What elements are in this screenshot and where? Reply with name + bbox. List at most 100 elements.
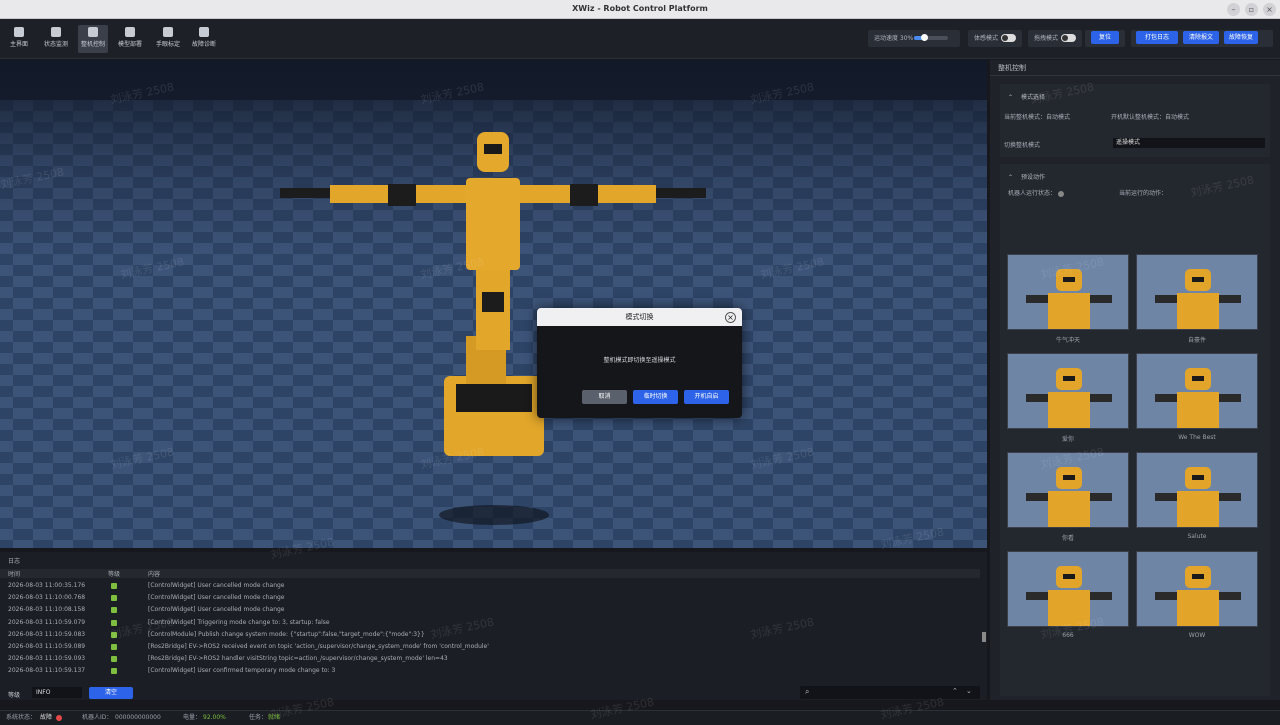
switch-mode-label: 切换整机模式 — [1004, 142, 1041, 149]
action-thumbnail[interactable] — [1007, 353, 1129, 429]
robot-photo-icon — [1137, 552, 1257, 626]
action-label: 牛气冲天 — [1055, 337, 1080, 344]
log-message: [Ros2Bridge] EV->ROS2 handler visitStrin… — [148, 655, 448, 663]
battery-label: 电量： — [183, 714, 202, 721]
dialog-temp-switch-button[interactable]: 临时切换 — [633, 390, 678, 404]
rocket-icon — [125, 27, 135, 37]
nav-diag-label: 故障诊断 — [191, 41, 216, 48]
follow-mode-toggle[interactable] — [1001, 34, 1016, 42]
action-thumbnail[interactable] — [1136, 551, 1258, 627]
action-label: We The Best — [1178, 434, 1216, 441]
col-content: 内容 — [148, 571, 161, 578]
info-level-icon — [111, 595, 117, 602]
task-label: 任务： — [249, 714, 268, 721]
nav-status-monitor[interactable]: 状态监测 — [40, 25, 72, 53]
action-label: 你看 — [1061, 535, 1074, 542]
nav-model-deploy[interactable]: 模型部署 — [114, 25, 146, 53]
dialog-header: 模式切换 × — [537, 308, 742, 326]
log-table-header: 时间 等级 内容 — [0, 569, 980, 578]
nav-control-label: 整机控制 — [80, 41, 105, 48]
close-window-button[interactable]: × — [1263, 3, 1276, 16]
nav-calib-label: 手眼标定 — [155, 41, 180, 48]
info-level-icon — [111, 607, 117, 614]
control-icon — [88, 27, 98, 37]
log-time: 2026-08-03 11:10:08.158 — [8, 606, 86, 614]
speed-slider[interactable] — [914, 34, 948, 41]
action-section-header[interactable]: ⌃ 预设动作 — [1008, 172, 1045, 181]
dialog-close-icon[interactable]: × — [725, 312, 736, 323]
log-time: 2026-08-03 11:10:00.768 — [8, 594, 86, 602]
clear-log-button[interactable]: 清空 — [89, 687, 133, 699]
toggle-dot — [1002, 35, 1008, 41]
action-label: Salute — [1187, 533, 1207, 540]
switch-mode-select[interactable]: 遥操模式 — [1113, 138, 1265, 148]
speed-control: 运动速度 30% — [868, 30, 960, 47]
nav-deploy-label: 模型部署 — [117, 41, 142, 48]
nav-hand-eye-calibration[interactable]: 手眼标定 — [152, 25, 184, 53]
action-thumbnail[interactable] — [1136, 254, 1258, 330]
action-header-label: 预设动作 — [1020, 174, 1045, 181]
robot-id-label: 机器人ID： — [82, 714, 113, 721]
system-status-value: 故障 — [40, 714, 53, 721]
log-scrollbar[interactable] — [982, 632, 986, 642]
nav-machine-control[interactable]: 整机控制 — [78, 25, 108, 53]
dialog-boot-switch-button[interactable]: 开机自启 — [684, 390, 729, 404]
log-row: 2026-08-03 11:00:35.176 [ControlWidget] U… — [0, 580, 980, 592]
robot-photo-icon — [1137, 354, 1257, 428]
current-action: 当前运行的动作： — [1119, 190, 1168, 197]
level-filter-select[interactable]: INFO — [32, 687, 82, 698]
drag-mode-label: 拖拽模式 — [1034, 35, 1059, 42]
search-next-icon[interactable]: ⌄ — [966, 687, 972, 695]
drag-mode-group: 拖拽模式 — [1028, 30, 1082, 47]
default-mode: 开机默认整机模式：自动模式 — [1111, 114, 1190, 121]
log-time: 2026-08-03 11:10:59.079 — [8, 618, 86, 626]
follow-mode-group: 体感模式 — [968, 30, 1022, 47]
nav-status-label: 状态监测 — [43, 41, 68, 48]
log-row: 2026-08-03 11:10:00.768 [ControlWidget] U… — [0, 592, 980, 604]
robot-photo-icon — [1137, 255, 1257, 329]
action-thumbnail[interactable] — [1136, 452, 1258, 528]
info-level-icon — [111, 583, 117, 589]
window-title: XWiz - Robot Control Platform — [572, 4, 708, 13]
status-dot-icon — [1057, 190, 1064, 197]
reset-button[interactable]: 复位 — [1091, 31, 1119, 44]
dialog-title: 模式切换 — [625, 313, 654, 321]
col-level: 等级 — [108, 571, 121, 578]
action-thumbnail[interactable] — [1136, 353, 1258, 429]
nav-home-label: 主界面 — [9, 41, 28, 48]
log-time: 2026-08-03 11:10:59.083 — [8, 630, 86, 638]
diagnose-icon — [199, 27, 209, 37]
search-icon: ⌕ — [805, 687, 810, 696]
drag-mode-toggle[interactable] — [1061, 34, 1076, 42]
log-message: [ControlWidget] User cancelled mode chan… — [148, 594, 285, 602]
chevron-up-icon: ⌃ — [1008, 174, 1014, 181]
speed-label: 运动速度 30% — [874, 35, 914, 42]
nav-home[interactable]: 主界面 — [6, 25, 32, 53]
pack-log-button[interactable]: 打包日志 — [1136, 31, 1178, 44]
robot-photo-icon — [1008, 552, 1128, 626]
status-error-icon — [56, 715, 62, 721]
dialog-message: 整机模式即切换至遥操模式 — [603, 357, 676, 364]
log-message: [ControlWidget] User cancelled mode chan… — [148, 582, 285, 589]
clear-message-button[interactable]: 清除报文 — [1183, 31, 1219, 44]
maximize-button[interactable]: ▫ — [1245, 3, 1258, 16]
speed-slider-knob[interactable] — [921, 34, 929, 41]
robot-photo-icon — [1008, 354, 1128, 428]
fault-recovery-button[interactable]: 故障恢复 — [1224, 31, 1258, 44]
minimize-button[interactable]: – — [1227, 3, 1240, 16]
robot-3d-viewport[interactable] — [0, 60, 987, 548]
follow-mode-label: 体感模式 — [974, 35, 999, 42]
panel-title: 整机控制 — [990, 60, 1280, 76]
nav-fault-diagnosis[interactable]: 故障诊断 — [188, 25, 220, 53]
search-prev-icon[interactable]: ⌃ — [952, 687, 958, 695]
log-title: 日志 — [8, 558, 21, 565]
log-message: [ControlWidget] User confirmed temporary… — [148, 667, 336, 675]
run-status-label: 机器人运行状态： — [1008, 190, 1057, 197]
log-search-input[interactable]: ⌕ ⌃ ⌄ — [800, 686, 980, 699]
system-status-label: 系统状态： — [6, 714, 37, 721]
dialog-cancel-button[interactable]: 取消 — [582, 390, 627, 404]
action-thumbnail[interactable] — [1007, 551, 1129, 627]
checker-floor — [0, 60, 987, 548]
title-bar: XWiz - Robot Control Platform – ▫ × — [0, 0, 1280, 19]
log-row: 2026-08-03 11:10:59.093 [Ros2Bridge] EV->… — [0, 653, 980, 665]
